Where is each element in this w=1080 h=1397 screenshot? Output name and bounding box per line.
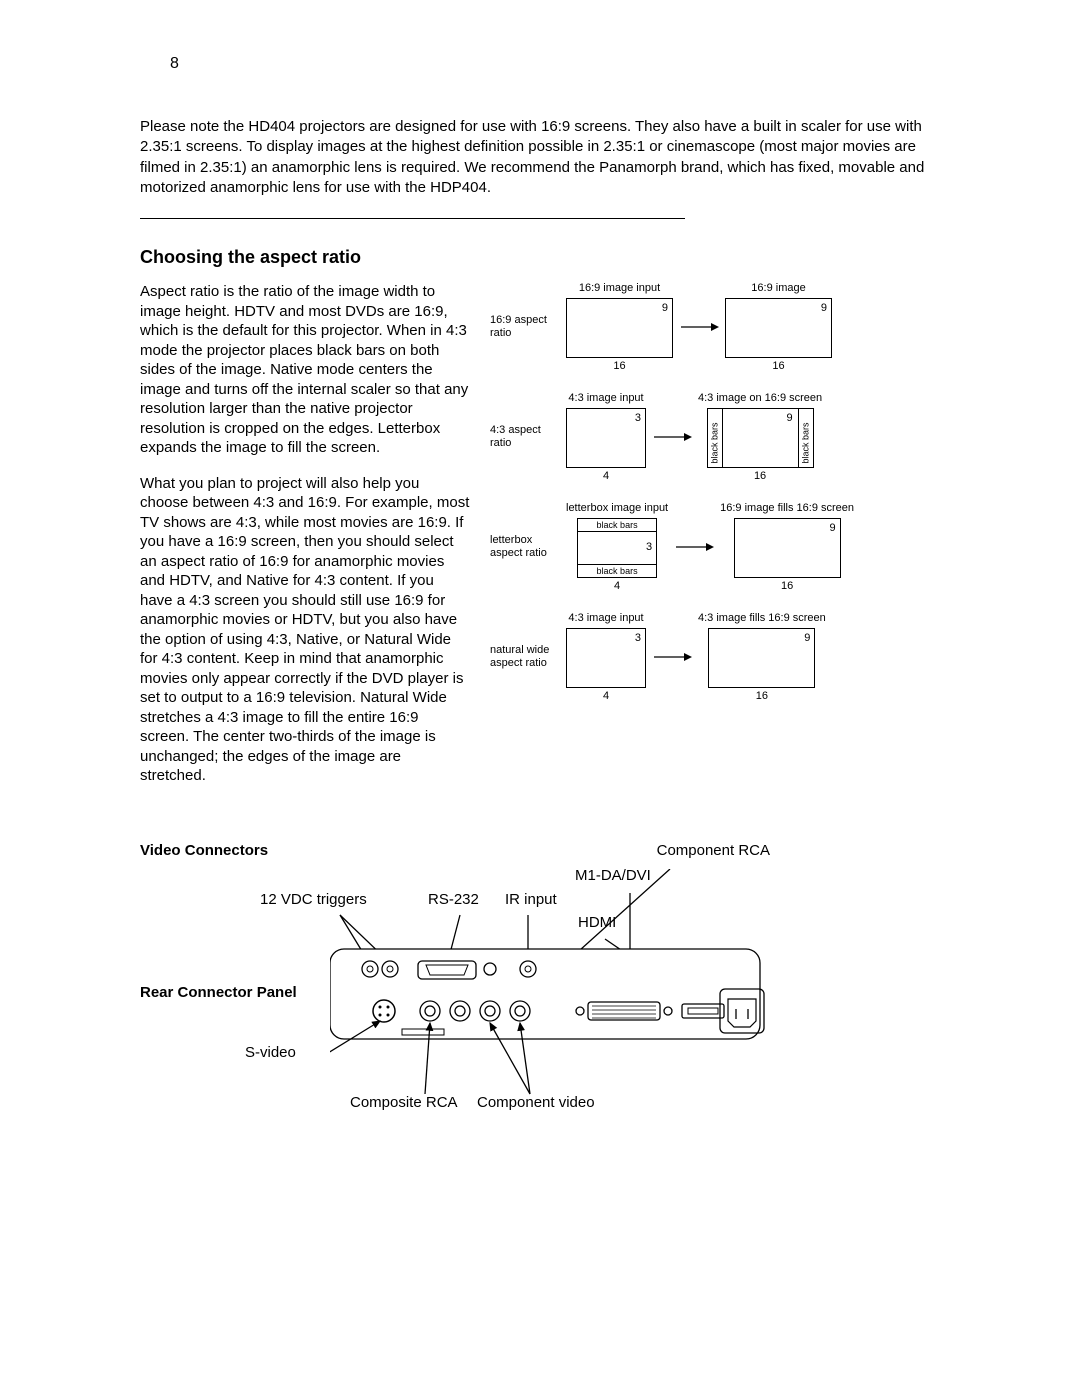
dim-h: 3: [635, 412, 641, 424]
input-title: letterbox image input: [566, 502, 668, 514]
input-title: 4:3 image input: [568, 612, 643, 624]
dim-w: 16: [754, 470, 766, 482]
dim-w: 16: [781, 580, 793, 592]
manual-page: 8 Please note the HD404 projectors are d…: [0, 0, 1080, 1279]
row-label: letterbox aspect ratio: [490, 534, 560, 560]
dim-w: 4: [614, 580, 620, 592]
diagram-row-169: 16:9 aspect ratio 16:9 image input 9 16 …: [490, 282, 940, 372]
label-component-rca: Component RCA: [657, 842, 770, 859]
row-label: 16:9 aspect ratio: [490, 314, 560, 340]
output-title: 16:9 image fills 16:9 screen: [720, 502, 854, 514]
black-bars-bottom: black bars: [578, 564, 656, 577]
dim-w: 4: [603, 470, 609, 482]
rear-panel-illustration: [330, 869, 890, 1099]
dim-h: 9: [786, 412, 792, 424]
dim-h: 3: [635, 632, 641, 644]
output-title: 16:9 image: [751, 282, 805, 294]
section-divider: [140, 218, 685, 219]
aspect-ratio-section: Aspect ratio is the ratio of the image w…: [140, 282, 940, 802]
aspect-diagram-column: 16:9 aspect ratio 16:9 image input 9 16 …: [490, 282, 940, 722]
output-title: 4:3 image fills 16:9 screen: [698, 612, 826, 624]
video-connectors-section: Video Connectors Component RCA M1-DA/DVI…: [140, 842, 940, 1159]
arrow-icon: [679, 321, 719, 333]
dim-h: 9: [804, 632, 810, 644]
page-number: 8: [170, 55, 179, 73]
black-bars-label: black bars: [800, 422, 810, 463]
arrow-icon: [652, 431, 692, 443]
aspect-text-column: Aspect ratio is the ratio of the image w…: [140, 282, 470, 802]
diagram-row-43: 4:3 aspect ratio 4:3 image input 3 4 4:3…: [490, 392, 940, 482]
dim-w: 16: [756, 690, 768, 702]
diagram-row-naturalwide: natural wide aspect ratio 4:3 image inpu…: [490, 612, 940, 702]
dim-w: 4: [603, 690, 609, 702]
rear-connector-panel-heading: Rear Connector Panel: [140, 984, 297, 1001]
heading-aspect-ratio: Choosing the aspect ratio: [140, 247, 940, 268]
intro-paragraph: Please note the HD404 projectors are des…: [140, 117, 940, 198]
dim-h: 3: [646, 541, 652, 553]
output-title: 4:3 image on 16:9 screen: [698, 392, 822, 404]
aspect-paragraph-1: Aspect ratio is the ratio of the image w…: [140, 282, 470, 458]
aspect-paragraph-2: What you plan to project will also help …: [140, 474, 470, 786]
dim-w: 16: [772, 360, 784, 372]
dim-h: 9: [821, 302, 827, 314]
arrow-icon: [674, 541, 714, 553]
diagram-row-letterbox: letterbox aspect ratio letterbox image i…: [490, 502, 940, 592]
dim-h: 9: [829, 522, 835, 534]
black-bars-top: black bars: [578, 519, 656, 532]
black-bars-label: black bars: [709, 422, 719, 463]
dim-h: 9: [662, 302, 668, 314]
input-title: 4:3 image input: [568, 392, 643, 404]
arrow-icon: [652, 651, 692, 663]
label-svideo: S-video: [245, 1044, 296, 1061]
video-connectors-heading: Video Connectors: [140, 842, 268, 859]
input-title: 16:9 image input: [579, 282, 660, 294]
dim-w: 16: [613, 360, 625, 372]
row-label: natural wide aspect ratio: [490, 644, 560, 670]
row-label: 4:3 aspect ratio: [490, 424, 560, 450]
